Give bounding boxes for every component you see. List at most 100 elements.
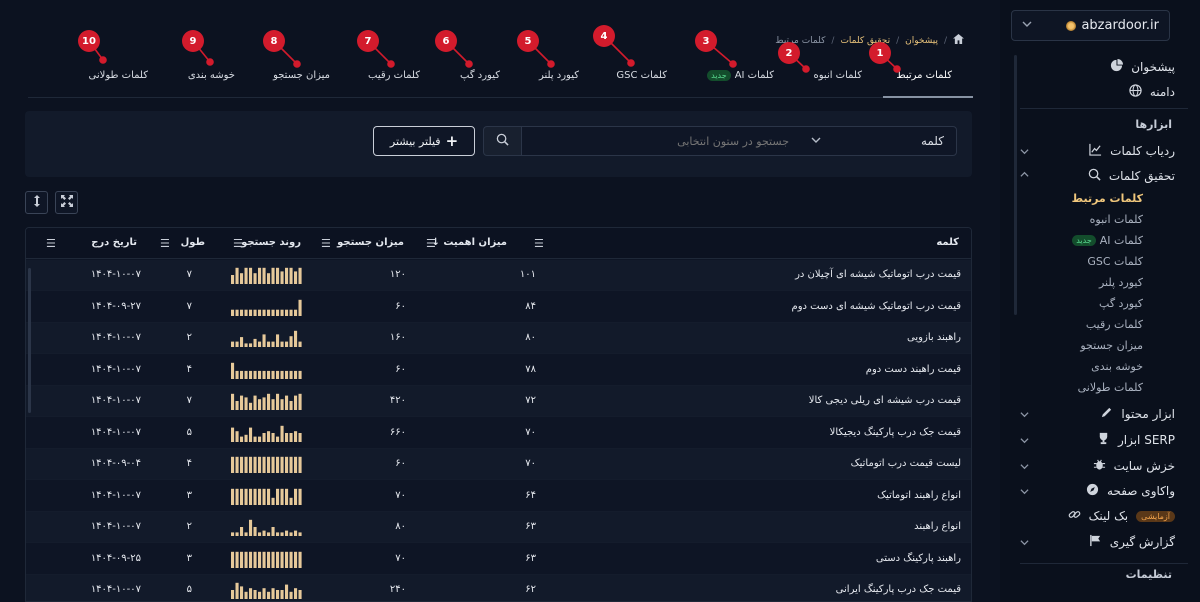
row-height-button[interactable]	[25, 191, 48, 214]
sidebar-sub-competitor-keywords[interactable]: کلمات رقیب	[1086, 318, 1143, 331]
sidebar-item-rank-tracker[interactable]: ردیاب کلمات	[1089, 143, 1175, 159]
trend-bar	[285, 584, 289, 599]
trend-bar	[258, 267, 262, 284]
header-importance[interactable]: میزان اهمیت ↓	[431, 237, 507, 248]
trend-bar	[298, 488, 302, 505]
trend-bar	[276, 456, 280, 473]
arrows-vertical-icon	[32, 195, 42, 210]
fullscreen-button[interactable]	[55, 191, 78, 214]
trend-sparkline	[231, 488, 302, 505]
menu-icon[interactable]: ☰	[46, 237, 56, 250]
search-button[interactable]	[483, 126, 522, 156]
chevron-up-icon[interactable]	[1020, 170, 1030, 180]
header-trend[interactable]: روند جستجو	[241, 237, 301, 248]
trend-bar	[249, 427, 253, 442]
header-date[interactable]: تاریخ درج	[91, 237, 137, 248]
tab-related-keywords[interactable]: کلمات مرتبط	[896, 70, 952, 81]
annotation-marker: 9	[182, 30, 204, 52]
domain-select[interactable]: abzardoor.ir	[1011, 10, 1170, 41]
expand-icon	[60, 195, 73, 210]
table-row[interactable]: قیمت درب شیشه ای ریلی دیجی کالا ۷۲ ۴۲۰ ۷ ۱۴۰…	[26, 386, 971, 417]
table-row[interactable]: قیمت راهبند دست دوم ۷۸ ۶۰ ۴ ۱۴۰۴-۱۰-۰۷	[26, 355, 971, 386]
sidebar-sub-clustering[interactable]: خوشه بندی	[1091, 360, 1143, 373]
table-scrollbar[interactable]	[28, 268, 31, 413]
trend-bar	[249, 588, 253, 599]
trend-sparkline	[231, 425, 302, 442]
cell-importance: ۱۰۱	[519, 269, 536, 280]
table-header: کلمه ☰ میزان اهمیت ↓ ☰ میزان جستجو ☰ رون…	[26, 228, 971, 259]
sidebar-item-dashboard[interactable]: پیشخوان	[1110, 59, 1175, 75]
trend-bar	[231, 275, 235, 284]
trend-bar	[249, 267, 253, 284]
table-row[interactable]: قیمت درب اتوماتیک شیشه ای آچیلان در ۱۰۱ ۱۲…	[26, 260, 971, 291]
column-select[interactable]: کلمه	[800, 126, 957, 156]
cell-length: ۷	[186, 395, 192, 406]
tab-keyword-planner[interactable]: کیورد پلنر	[539, 70, 579, 81]
tab-gsc-keywords[interactable]: کلمات GSC	[616, 70, 667, 81]
header-length[interactable]: طول	[181, 237, 205, 248]
menu-icon[interactable]: ☰	[160, 237, 170, 250]
tab-ai-keywords[interactable]: کلمات AI جدید	[707, 70, 774, 81]
tab-bulk-keywords[interactable]: کلمات انبوه	[814, 70, 862, 81]
tab-search-volume[interactable]: میزان جستجو	[273, 70, 330, 81]
trend-bar	[258, 591, 262, 599]
sidebar-sub-search-volume[interactable]: میزان جستجو	[1080, 339, 1143, 352]
sidebar-sub-long-tail[interactable]: کلمات طولانی	[1078, 381, 1143, 394]
search-input[interactable]	[521, 126, 801, 156]
table-row[interactable]: انواع راهبند ۶۳ ۸۰ ۲ ۱۴۰۴-۱۰-۰۷	[26, 512, 971, 543]
sidebar-item-site-crawl[interactable]: خزش سایت	[1093, 458, 1175, 474]
table-row[interactable]: قیمت جک درب پارکینگ دیجیکالا ۷۰ ۶۶۰ ۵ ۱۴۰۴-۱…	[26, 418, 971, 449]
sidebar-item-backlink[interactable]: بک لینک آزمایشی	[1068, 508, 1175, 524]
table-row[interactable]: قیمت درب اتوماتیک شیشه ای دست دوم ۸۴ ۶۰ ۷ ۱۴…	[26, 292, 971, 323]
tab-keyword-gap[interactable]: کیورد گپ	[460, 70, 500, 81]
trend-bar	[280, 399, 284, 410]
sidebar-sub-keyword-gap[interactable]: کیورد گپ	[1099, 297, 1143, 310]
tab-long-tail[interactable]: کلمات طولانی	[89, 70, 148, 81]
chevron-down-icon[interactable]	[1020, 487, 1030, 497]
table-row[interactable]: راهبند پارکینگ دستی ۶۳ ۷۰ ۳ ۱۴۰۴-۰۹-۲۵	[26, 544, 971, 575]
tab-competitor-keywords[interactable]: کلمات رقیب	[368, 70, 420, 81]
sidebar-sub-keyword-planner[interactable]: کیورد پلنر	[1099, 276, 1143, 289]
cell-date: ۱۴۰۴-۰۹-۲۵	[90, 552, 141, 564]
sidebar-divider	[1020, 108, 1188, 109]
cell-date: ۱۴۰۴-۱۰-۰۷	[90, 269, 141, 280]
sidebar-item-content-tools[interactable]: ابزار محتوا	[1100, 406, 1175, 422]
sidebar-section-tools: ابزارها	[1135, 118, 1172, 131]
table-row[interactable]: لیست قیمت درب اتوماتیک ۷۰ ۶۰ ۴ ۱۴۰۴-۰۹-۰۴	[26, 449, 971, 480]
trend-bar	[294, 530, 298, 536]
sidebar-item-reports[interactable]: گزارش گیری	[1089, 534, 1175, 550]
header-volume[interactable]: میزان جستجو	[337, 237, 404, 248]
tab-clustering[interactable]: خوشه بندی	[188, 70, 235, 81]
sidebar-sub-related-keywords[interactable]: کلمات مرتبط	[1072, 192, 1143, 205]
annotation-marker: 5	[517, 30, 539, 52]
more-filter-button[interactable]: + فیلتر بیشتر	[373, 126, 475, 156]
sidebar-sub-gsc-keywords[interactable]: کلمات GSC	[1087, 255, 1143, 268]
trend-bar	[298, 267, 302, 284]
menu-icon[interactable]: ☰	[233, 237, 243, 250]
sidebar-item-keyword-research[interactable]: تحقیق کلمات	[1088, 168, 1175, 184]
header-keyword[interactable]: کلمه	[936, 237, 959, 248]
sidebar-scrollbar[interactable]	[1014, 55, 1017, 315]
menu-icon[interactable]: ☰	[426, 237, 436, 250]
menu-icon[interactable]: ☰	[534, 237, 544, 250]
trend-bar	[262, 432, 266, 442]
sidebar-item-serp-tools[interactable]: ابزار SERP	[1097, 432, 1175, 448]
chevron-down-icon[interactable]	[1020, 410, 1030, 420]
sidebar-sub-ai-keywords[interactable]: کلمات AI جدید	[1072, 234, 1143, 247]
table-row[interactable]: راهبند بازویی ۸۰ ۱۶۰ ۲ ۱۴۰۴-۱۰-۰۷	[26, 323, 971, 354]
chevron-down-icon[interactable]	[1020, 147, 1030, 157]
chevron-down-icon[interactable]	[1020, 436, 1030, 446]
chevron-down-icon[interactable]	[1020, 538, 1030, 548]
table-row[interactable]: قیمت جک درب پارکینگ ایرانی ۶۲ ۲۴۰ ۵ ۱۴۰۴-۱۰-…	[26, 575, 971, 601]
menu-icon[interactable]: ☰	[321, 237, 331, 250]
chevron-down-icon[interactable]	[1020, 462, 1030, 472]
sidebar-item-domain[interactable]: دامنه	[1129, 84, 1175, 100]
home-icon[interactable]	[953, 34, 964, 47]
breadcrumb-dashboard[interactable]: پیشخوان	[905, 36, 938, 46]
sidebar-item-page-audit[interactable]: واکاوی صفحه	[1086, 483, 1175, 499]
table-row[interactable]: انواع راهبند اتوماتیک ۶۴ ۷۰ ۳ ۱۴۰۴-۱۰-۰۷	[26, 481, 971, 512]
plus-icon: +	[445, 131, 459, 150]
trend-bar	[258, 436, 262, 442]
sidebar-sub-bulk-keywords[interactable]: کلمات انبوه	[1090, 213, 1143, 226]
cell-date: ۱۴۰۴-۱۰-۰۷	[90, 489, 141, 501]
